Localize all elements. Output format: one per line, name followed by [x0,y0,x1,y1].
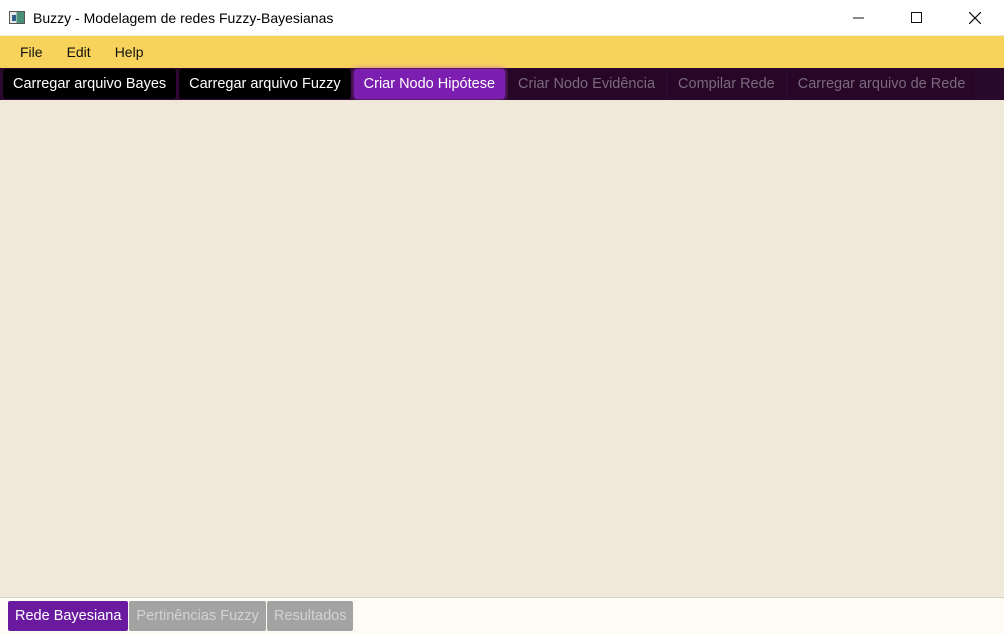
create-evidence-node-button[interactable]: Criar Nodo Evidência [508,69,666,99]
tab-bayesian-network[interactable]: Rede Bayesiana [8,601,129,631]
load-network-file-button[interactable]: Carregar arquivo de Rede [787,69,976,99]
maximize-icon [911,11,922,23]
bottom-tab-bar: Rede Bayesiana Pertinências Fuzzy Result… [0,597,1004,634]
title-bar: Buzzy - Modelagem de redes Fuzzy-Bayesia… [0,0,1004,35]
tab-results[interactable]: Resultados [266,601,354,631]
create-hypothesis-node-button[interactable]: Criar Nodo Hipótese [353,69,506,99]
menu-help[interactable]: Help [103,36,156,68]
minimize-icon [853,17,864,18]
network-canvas[interactable] [0,100,1004,597]
close-button[interactable] [946,0,1004,35]
compile-network-button[interactable]: Compilar Rede [668,69,785,99]
menu-bar: File Edit Help [0,36,1004,68]
close-icon [969,11,981,24]
toolbar: Carregar arquivo Bayes Carregar arquivo … [0,68,1004,100]
window-title: Buzzy - Modelagem de redes Fuzzy-Bayesia… [33,9,334,26]
load-bayes-file-button[interactable]: Carregar arquivo Bayes [3,69,177,99]
minimize-button[interactable] [830,0,888,35]
tab-fuzzy-memberships[interactable]: Pertinências Fuzzy [129,601,266,631]
load-fuzzy-file-button[interactable]: Carregar arquivo Fuzzy [179,69,351,99]
menu-edit[interactable]: Edit [55,36,103,68]
app-window-icon [9,11,25,24]
window-controls [830,0,1004,35]
maximize-button[interactable] [888,0,946,35]
menu-file[interactable]: File [8,36,55,68]
